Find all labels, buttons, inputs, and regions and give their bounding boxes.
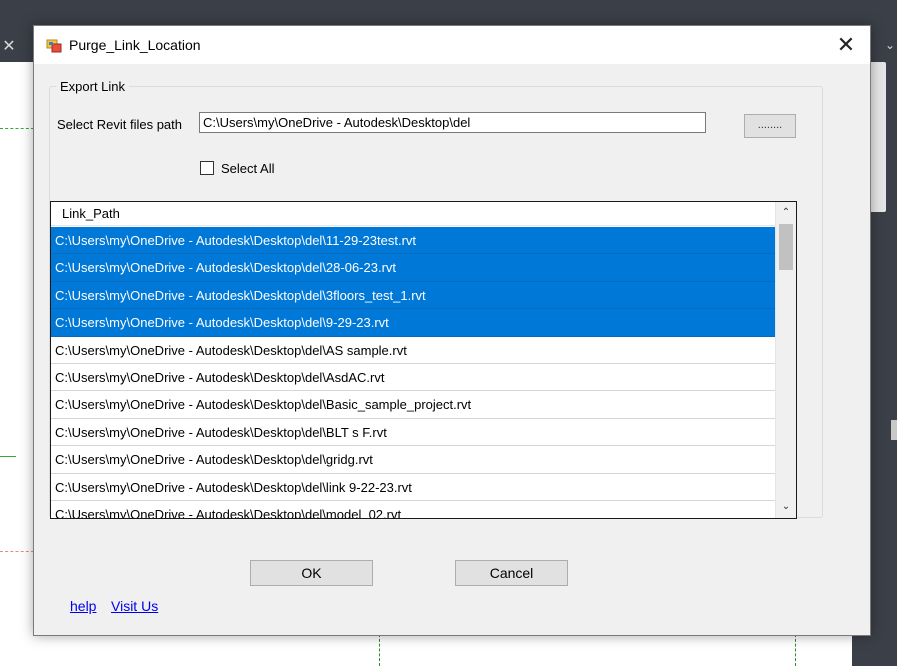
list-item[interactable]: C:\Users\my\OneDrive - Autodesk\Desktop\…: [51, 336, 776, 364]
link-path-list[interactable]: Link_Path C:\Users\my\OneDrive - Autodes…: [50, 201, 797, 519]
cancel-button[interactable]: Cancel: [455, 560, 568, 586]
background-close-icon[interactable]: ✕: [0, 36, 18, 58]
path-input[interactable]: C:\Users\my\OneDrive - Autodesk\Desktop\…: [199, 112, 706, 133]
help-link[interactable]: help: [70, 598, 96, 614]
column-header-link-path[interactable]: Link_Path: [51, 202, 776, 226]
list-item[interactable]: C:\Users\my\OneDrive - Autodesk\Desktop\…: [51, 446, 776, 474]
list-item[interactable]: C:\Users\my\OneDrive - Autodesk\Desktop\…: [51, 418, 776, 447]
list-item[interactable]: C:\Users\my\OneDrive - Autodesk\Desktop\…: [51, 500, 776, 518]
list-item[interactable]: C:\Users\my\OneDrive - Autodesk\Desktop\…: [51, 391, 776, 419]
ok-button[interactable]: OK: [250, 560, 373, 586]
close-icon[interactable]: ✕: [830, 33, 862, 57]
dialog-titlebar[interactable]: Purge_Link_Location ✕: [34, 26, 870, 64]
grid-line: [0, 128, 34, 129]
select-all-label[interactable]: Select All: [221, 161, 274, 176]
chevron-down-icon[interactable]: ⌄: [885, 38, 895, 52]
group-title: Export Link: [56, 79, 130, 94]
panel-tab[interactable]: [891, 420, 897, 440]
list-item[interactable]: C:\Users\my\OneDrive - Autodesk\Desktop\…: [51, 227, 776, 255]
dialog-title: Purge_Link_Location: [69, 37, 201, 53]
path-label: Select Revit files path: [57, 117, 183, 132]
grid-line: [0, 551, 34, 552]
grid-line: [0, 456, 16, 457]
visit-us-link[interactable]: Visit Us: [111, 598, 158, 614]
list-item[interactable]: C:\Users\my\OneDrive - Autodesk\Desktop\…: [51, 309, 776, 337]
vertical-scrollbar[interactable]: ⌃ ⌄: [775, 202, 796, 518]
list-item[interactable]: C:\Users\my\OneDrive - Autodesk\Desktop\…: [51, 254, 776, 282]
list-rows: C:\Users\my\OneDrive - Autodesk\Desktop\…: [51, 227, 776, 518]
scroll-up-icon[interactable]: ⌃: [776, 204, 796, 222]
scrollbar-thumb[interactable]: [779, 224, 793, 270]
app-icon: [46, 39, 62, 53]
select-all-checkbox[interactable]: [200, 161, 214, 175]
grid-line: [379, 634, 380, 666]
purge-link-dialog: Purge_Link_Location ✕ Export Link Select…: [33, 25, 871, 636]
list-item[interactable]: C:\Users\my\OneDrive - Autodesk\Desktop\…: [51, 363, 776, 392]
list-item[interactable]: C:\Users\my\OneDrive - Autodesk\Desktop\…: [51, 473, 776, 501]
browse-button[interactable]: ........: [744, 114, 796, 138]
grid-line: [795, 634, 796, 666]
scroll-down-icon[interactable]: ⌄: [776, 498, 796, 516]
list-item[interactable]: C:\Users\my\OneDrive - Autodesk\Desktop\…: [51, 281, 776, 310]
